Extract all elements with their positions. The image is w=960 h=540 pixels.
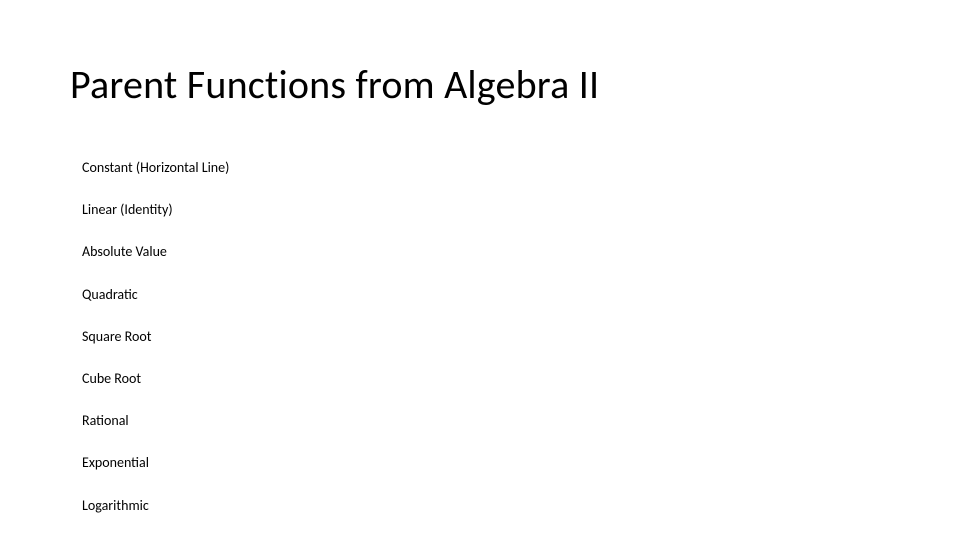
list-item: Constant (Horizontal Line)	[82, 159, 890, 177]
list-item: Square Root	[82, 328, 890, 346]
list-item: Logarithmic	[82, 497, 890, 515]
list-item: Linear (Identity)	[82, 201, 890, 219]
slide: Parent Functions from Algebra II Constan…	[0, 0, 960, 540]
list-item: Absolute Value	[82, 243, 890, 261]
function-list: Constant (Horizontal Line) Linear (Ident…	[70, 159, 890, 515]
list-item: Rational	[82, 412, 890, 430]
list-item: Quadratic	[82, 286, 890, 304]
page-title: Parent Functions from Algebra II	[70, 60, 890, 109]
list-item: Exponential	[82, 454, 890, 472]
list-item: Cube Root	[82, 370, 890, 388]
